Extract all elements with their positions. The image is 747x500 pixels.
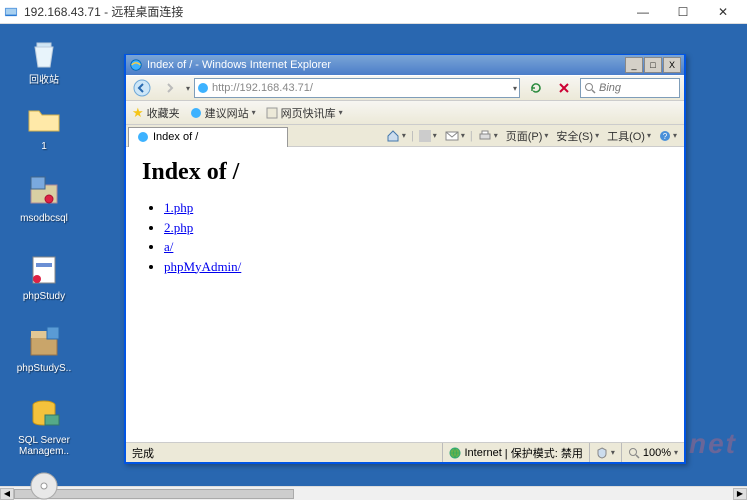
forward-button[interactable] bbox=[158, 77, 182, 99]
favorites-button[interactable]: ★收藏夹 bbox=[132, 105, 180, 121]
rdp-maximize-button[interactable]: ☐ bbox=[663, 1, 703, 23]
suggested-sites-link[interactable]: 建议网站 ▾ bbox=[190, 105, 256, 121]
desktop-icon-msodbcsql[interactable]: msodbcsql bbox=[14, 174, 74, 224]
globe-icon bbox=[449, 447, 461, 459]
favorites-bar: ★收藏夹 建议网站 ▾ 网页快讯库 ▾ bbox=[126, 101, 684, 125]
phpbox-icon bbox=[26, 324, 62, 360]
sites-icon bbox=[190, 107, 202, 119]
status-unknown[interactable]: ▾ bbox=[589, 443, 615, 462]
page-heading: Index of / bbox=[142, 159, 668, 186]
disc-icon bbox=[26, 468, 62, 500]
status-bar: 完成 Internet | 保护模式: 禁用 ▾ 100% ▾ bbox=[126, 442, 684, 462]
directory-list: 1.php 2.php a/phpMyAdmin/ bbox=[164, 198, 668, 276]
ie-window: Index of / - Windows Internet Explorer _… bbox=[124, 54, 686, 464]
nav-toolbar: ▾ ▾ bbox=[126, 75, 684, 101]
desktop-icon-phpStudy[interactable]: phpStudy bbox=[14, 252, 74, 302]
list-item: 2.php bbox=[164, 218, 668, 238]
help-button[interactable]: ?▾ bbox=[656, 128, 680, 144]
desktop-icon-回收站[interactable]: 回收站 bbox=[14, 36, 74, 86]
tab-bar: Index of / ▾ | ▾ ▾ | ▾ 页面(P) ▾ 安全(S) ▾ 工… bbox=[126, 125, 684, 147]
scroll-left-button[interactable]: ◀ bbox=[0, 488, 14, 500]
ie-titlebar[interactable]: Index of / - Windows Internet Explorer _… bbox=[126, 55, 684, 75]
page-icon bbox=[197, 82, 209, 94]
status-text: 完成 bbox=[132, 445, 154, 461]
star-icon: ★ bbox=[132, 105, 144, 121]
folder-icon bbox=[26, 102, 62, 138]
search-icon bbox=[584, 82, 596, 94]
svg-text:?: ? bbox=[663, 132, 668, 141]
ie-close-button[interactable]: X bbox=[663, 57, 681, 73]
msi-icon bbox=[26, 174, 62, 210]
home-icon bbox=[386, 129, 400, 143]
address-bar[interactable]: ▾ bbox=[194, 78, 520, 98]
address-input[interactable] bbox=[212, 82, 510, 94]
nav-history-dropdown[interactable]: ▾ bbox=[186, 84, 190, 93]
php-icon bbox=[26, 252, 62, 288]
refresh-button[interactable] bbox=[524, 77, 548, 99]
recycle-icon bbox=[26, 36, 62, 72]
directory-link[interactable]: 1.php bbox=[164, 200, 193, 215]
rss-icon bbox=[419, 130, 431, 142]
page-content: Index of / 1.php 2.php a/phpMyAdmin/ bbox=[126, 147, 684, 442]
stop-button[interactable] bbox=[552, 77, 576, 99]
directory-link[interactable]: a/ bbox=[164, 239, 173, 254]
rdp-close-button[interactable]: ✕ bbox=[703, 1, 743, 23]
print-icon bbox=[478, 130, 492, 142]
desktop-icon-1[interactable]: 1 bbox=[14, 102, 74, 152]
command-bar: ▾ | ▾ ▾ | ▾ 页面(P) ▾ 安全(S) ▾ 工具(O) ▾ ?▾ bbox=[288, 126, 684, 146]
page-menu[interactable]: 页面(P) ▾ bbox=[503, 126, 552, 146]
desktop-icon-label: 回收站 bbox=[14, 75, 74, 86]
ie-tab-icon bbox=[137, 131, 149, 143]
ie-maximize-button[interactable]: □ bbox=[644, 57, 662, 73]
rdp-minimize-button[interactable]: — bbox=[623, 1, 663, 23]
zoom-icon bbox=[628, 447, 640, 459]
back-button[interactable] bbox=[130, 77, 154, 99]
scroll-right-button[interactable]: ▶ bbox=[733, 488, 747, 500]
list-item: a/ bbox=[164, 237, 668, 257]
remote-desktop[interactable]: www.8968.net Index of / - Windows Intern… bbox=[0, 24, 747, 500]
address-dropdown-icon[interactable]: ▾ bbox=[513, 84, 517, 93]
list-item: 1.php bbox=[164, 198, 668, 218]
tab-index[interactable]: Index of / bbox=[128, 127, 288, 147]
desktop-icon-label: phpStudy bbox=[14, 291, 74, 302]
zoom-control[interactable]: 100% ▾ bbox=[621, 443, 678, 462]
list-item: phpMyAdmin/ bbox=[164, 257, 668, 277]
print-button[interactable]: ▾ bbox=[475, 128, 501, 144]
ssms-icon bbox=[26, 396, 62, 432]
ie-title: Index of / - Windows Internet Explorer bbox=[147, 59, 625, 71]
rdp-titlebar: 192.168.43.71 - 远程桌面连接 — ☐ ✕ bbox=[0, 0, 747, 24]
rdp-title: 192.168.43.71 - 远程桌面连接 bbox=[24, 3, 623, 20]
feeds-button[interactable]: ▾ bbox=[416, 128, 440, 144]
home-button[interactable]: ▾ bbox=[383, 127, 409, 145]
desktop-icon-SQL Server Managem..[interactable]: SQL Server Managem.. bbox=[14, 396, 74, 457]
ie-minimize-button[interactable]: _ bbox=[625, 57, 643, 73]
rdp-icon bbox=[4, 5, 18, 19]
directory-link[interactable]: 2.php bbox=[164, 220, 193, 235]
shield-icon bbox=[596, 447, 608, 459]
rdp-horizontal-scrollbar[interactable]: ◀ ▶ bbox=[0, 486, 747, 500]
tools-menu[interactable]: 工具(O) ▾ bbox=[604, 126, 654, 146]
search-input[interactable] bbox=[599, 82, 676, 94]
mail-button[interactable]: ▾ bbox=[442, 128, 468, 144]
safety-menu[interactable]: 安全(S) ▾ bbox=[553, 126, 602, 146]
help-icon: ? bbox=[659, 130, 671, 142]
desktop-icon-label: msodbcsql bbox=[14, 213, 74, 224]
webslice-icon bbox=[266, 107, 278, 119]
status-zone[interactable]: Internet | 保护模式: 禁用 bbox=[442, 443, 582, 462]
desktop-icon-disc[interactable] bbox=[14, 468, 74, 500]
desktop-icon-label: SQL Server Managem.. bbox=[14, 435, 74, 457]
desktop-icon-label: phpStudyS.. bbox=[14, 363, 74, 374]
ie-icon bbox=[129, 58, 143, 72]
mail-icon bbox=[445, 130, 459, 142]
directory-link[interactable]: phpMyAdmin/ bbox=[164, 259, 241, 274]
desktop-icon-label: 1 bbox=[14, 141, 74, 152]
search-box[interactable] bbox=[580, 78, 680, 98]
webslice-link[interactable]: 网页快讯库 ▾ bbox=[266, 105, 343, 121]
desktop-icon-phpStudyS..[interactable]: phpStudyS.. bbox=[14, 324, 74, 374]
